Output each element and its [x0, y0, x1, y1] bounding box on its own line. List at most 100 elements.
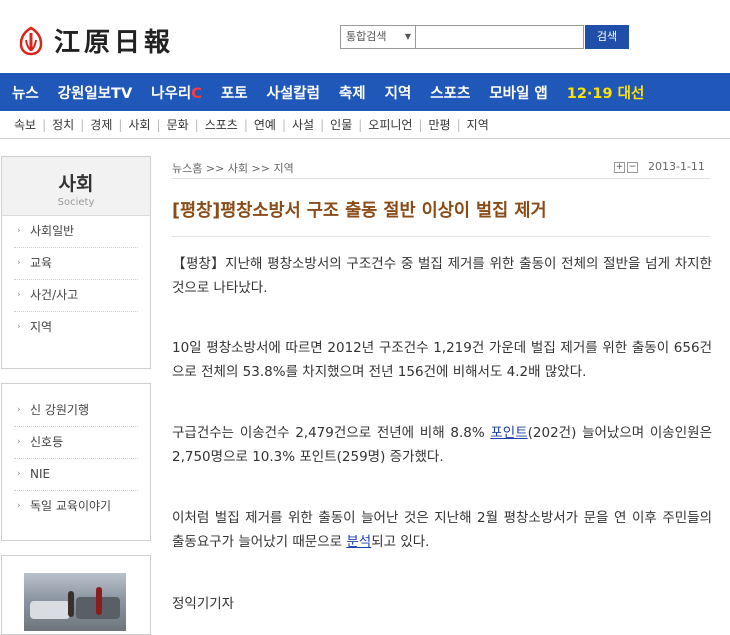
photo-sidebar — [1, 555, 151, 635]
nav-item-mobile-app[interactable]: 모바일 앱 — [489, 82, 547, 103]
dropdown-arrow-icon: ▼ — [404, 32, 411, 41]
sidebar-item[interactable]: › 교육 — [14, 248, 138, 280]
subnav-item[interactable]: 정치 — [52, 116, 74, 133]
article-paragraph: 【평창】지난해 평창소방서의 구조건수 중 벌집 제거를 위한 출동이 전체의 … — [172, 256, 712, 296]
article-headline: [평창]평창소방서 구조 출동 절반 이상이 벌집 제거 — [172, 201, 547, 221]
sidebar-header: 사회 Society — [2, 157, 150, 216]
sidebar-title: 사회 — [58, 173, 94, 195]
arrow-right-icon: › — [17, 469, 21, 479]
search-category-select[interactable]: 통합검색 ▼ — [340, 25, 416, 49]
subnav-item[interactable]: 사회 — [128, 116, 150, 133]
keyword-link[interactable]: 포인트 — [490, 425, 527, 441]
reporter-byline: 정익기기자 — [172, 596, 235, 612]
sidebar-menu: › 사회일반 › 교육 › 사건/사고 › 지역 — [2, 216, 150, 343]
subnav-divider: | — [194, 117, 199, 132]
arrow-right-icon: › — [17, 226, 21, 236]
subnav-divider: | — [281, 117, 287, 132]
arrow-right-icon: › — [17, 290, 21, 300]
article-paragraph: 구급건수는 이송건수 2,479건으로 전년에 비해 8.8% 포인트(202건… — [172, 421, 712, 469]
feature-item-label: 독일 교육이야기 — [30, 499, 112, 513]
nav-item-tv[interactable]: 강원일보TV — [58, 82, 132, 103]
subnav-divider: | — [418, 117, 423, 132]
article-paragraph: 이처럼 벌집 제거를 위한 출동이 늘어난 것은 지난해 2월 평창소방서가 문… — [172, 506, 712, 554]
search-input[interactable] — [416, 25, 584, 49]
arrow-right-icon: › — [17, 322, 21, 332]
feature-item-label: 신 강원기행 — [30, 403, 90, 417]
subnav-item[interactable]: 인물 — [330, 116, 352, 133]
nav-item-region[interactable]: 지역 — [385, 82, 412, 103]
paragraph-text: 구급건수는 이송건수 2,479건으로 전년에 비해 8.8% — [172, 425, 491, 441]
feature-item-label: NIE — [30, 467, 51, 481]
sidebar-item-label: 교육 — [30, 256, 53, 270]
subnav-divider: | — [156, 117, 161, 132]
sub-nav: 속보 | 정치 | 경제 | 사회 | 문화 | 스포츠 | 연예 | 사설 | 인물 | 오피니… — [0, 111, 730, 139]
sidebar-item[interactable]: › 사건/사고 — [14, 280, 138, 312]
sidebar-subtitle: Society — [57, 197, 95, 208]
feature-item-label: 신호등 — [30, 435, 64, 449]
site-logo[interactable]: 江原日報 — [18, 22, 174, 59]
arrow-right-icon: › — [17, 258, 21, 268]
logo-emblem-icon — [19, 26, 43, 55]
feature-item[interactable]: › NIE — [14, 459, 138, 491]
subnav-divider: | — [42, 117, 47, 132]
sidebar-item-label: 지역 — [30, 320, 53, 334]
paragraph-text: 이처럼 벌집 제거를 위한 출동이 늘어난 것은 지난해 2월 평창소방서가 문… — [172, 510, 712, 550]
search-category-label: 통합검색 — [346, 30, 387, 43]
breadcrumb: 뉴스홈 >> 사회 >> 지역 — [172, 162, 294, 175]
sidebar-item[interactable]: › 지역 — [14, 312, 138, 343]
keyword-link[interactable]: 분석 — [346, 534, 371, 550]
nav-item-nauri-label: 나우리 — [151, 85, 192, 102]
arrow-right-icon: › — [17, 405, 21, 415]
font-decrease-icon[interactable]: − — [627, 162, 638, 173]
logo-text: 江原日報 — [54, 28, 175, 58]
subnav-divider: | — [358, 117, 363, 132]
subnav-item[interactable]: 경제 — [90, 116, 112, 133]
paragraph-text: 되고 있다. — [371, 534, 430, 550]
arrow-right-icon: › — [17, 437, 21, 447]
feature-menu: › 신 강원기행 › 신호등 › NIE › 독일 교육이야기 — [2, 384, 150, 522]
font-increase-icon[interactable]: + — [614, 162, 625, 173]
font-size-controls: + − — [614, 162, 640, 173]
subnav-divider: | — [243, 117, 248, 132]
subnav-item[interactable]: 연예 — [254, 116, 276, 133]
article-paragraph: 10일 평창소방서에 따르면 2012년 구조건수 1,219건 가운데 벌집 … — [172, 340, 712, 380]
arrow-right-icon: › — [17, 501, 21, 511]
subnav-item[interactable]: 지역 — [467, 116, 489, 133]
section-sidebar: 사회 Society › 사회일반 › 교육 › 사건/사고 › 지역 — [1, 156, 151, 369]
feature-item[interactable]: › 독일 교육이야기 — [14, 491, 138, 522]
subnav-item[interactable]: 문화 — [167, 116, 189, 133]
feature-item[interactable]: › 신 강원기행 — [14, 395, 138, 427]
photo-car-shape — [30, 601, 70, 619]
subnav-item[interactable]: 속보 — [14, 116, 36, 133]
divider — [172, 178, 710, 179]
nav-item-editorial[interactable]: 사설칼럼 — [267, 82, 320, 103]
subnav-divider: | — [118, 117, 123, 132]
feature-item[interactable]: › 신호등 — [14, 427, 138, 459]
nav-item-sports[interactable]: 스포츠 — [430, 82, 470, 103]
site-header: 江原日報 통합검색 ▼ 검색 — [0, 0, 730, 73]
sidebar-item[interactable]: › 사회일반 — [14, 216, 138, 248]
feature-sidebar: › 신 강원기행 › 신호등 › NIE › 독일 교육이야기 — [1, 383, 151, 541]
subnav-divider: | — [80, 117, 85, 132]
subnav-item[interactable]: 만평 — [429, 116, 451, 133]
nav-item-festival[interactable]: 축제 — [339, 82, 366, 103]
search-button[interactable]: 검색 — [585, 25, 629, 49]
divider — [172, 236, 710, 237]
sidebar-item-label: 사건/사고 — [30, 288, 79, 302]
photo-person-shape — [68, 591, 74, 617]
nav-item-nauri[interactable]: 나우리C — [151, 82, 202, 103]
subnav-item[interactable]: 스포츠 — [205, 116, 238, 133]
subnav-divider: | — [320, 117, 325, 132]
nav-item-nauri-accent: C — [191, 85, 202, 102]
photo-person-shape — [96, 587, 102, 615]
sidebar-item-label: 사회일반 — [30, 224, 75, 238]
news-photo-thumbnail[interactable] — [24, 573, 126, 631]
nav-item-photo[interactable]: 포토 — [221, 82, 248, 103]
search-bar: 통합검색 ▼ 검색 — [340, 25, 629, 49]
article-date: 2013-1-11 — [648, 160, 705, 173]
subnav-item[interactable]: 사설 — [292, 116, 314, 133]
main-nav: 뉴스 강원일보TV 나우리C 포토 사설칼럼 축제 지역 스포츠 모바일 앱 1… — [0, 73, 730, 111]
nav-item-news[interactable]: 뉴스 — [12, 82, 39, 103]
nav-item-election[interactable]: 12·19 대선 — [567, 82, 645, 103]
subnav-item[interactable]: 오피니언 — [368, 116, 412, 133]
